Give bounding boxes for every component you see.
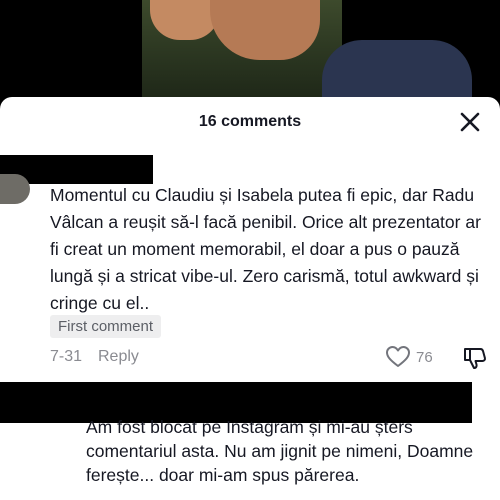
comments-count-title: 16 comments: [198, 113, 302, 130]
comment-date: 7-31: [50, 348, 83, 365]
video-preview[interactable]: [0, 0, 500, 97]
close-button[interactable]: [455, 107, 485, 137]
like-button[interactable]: [385, 345, 411, 369]
comments-sheet: 16 comments Momentul cu Claudiu și Isabe…: [0, 97, 500, 500]
reply-button[interactable]: Reply: [98, 348, 139, 366]
comment-text: Am fost blocat pe Instagram și mi-au ște…: [86, 417, 474, 485]
close-icon: [460, 112, 480, 132]
video-fabric: [322, 40, 472, 97]
avatar[interactable]: [0, 174, 30, 204]
heart-outline-icon: [386, 346, 410, 367]
like-count: 76: [416, 349, 433, 366]
comment-text: Momentul cu Claudiu și Isabela putea fi …: [50, 185, 481, 313]
first-comment-badge: First comment: [50, 315, 162, 338]
thumbs-down-icon: [464, 348, 486, 369]
dislike-button[interactable]: [462, 345, 488, 371]
